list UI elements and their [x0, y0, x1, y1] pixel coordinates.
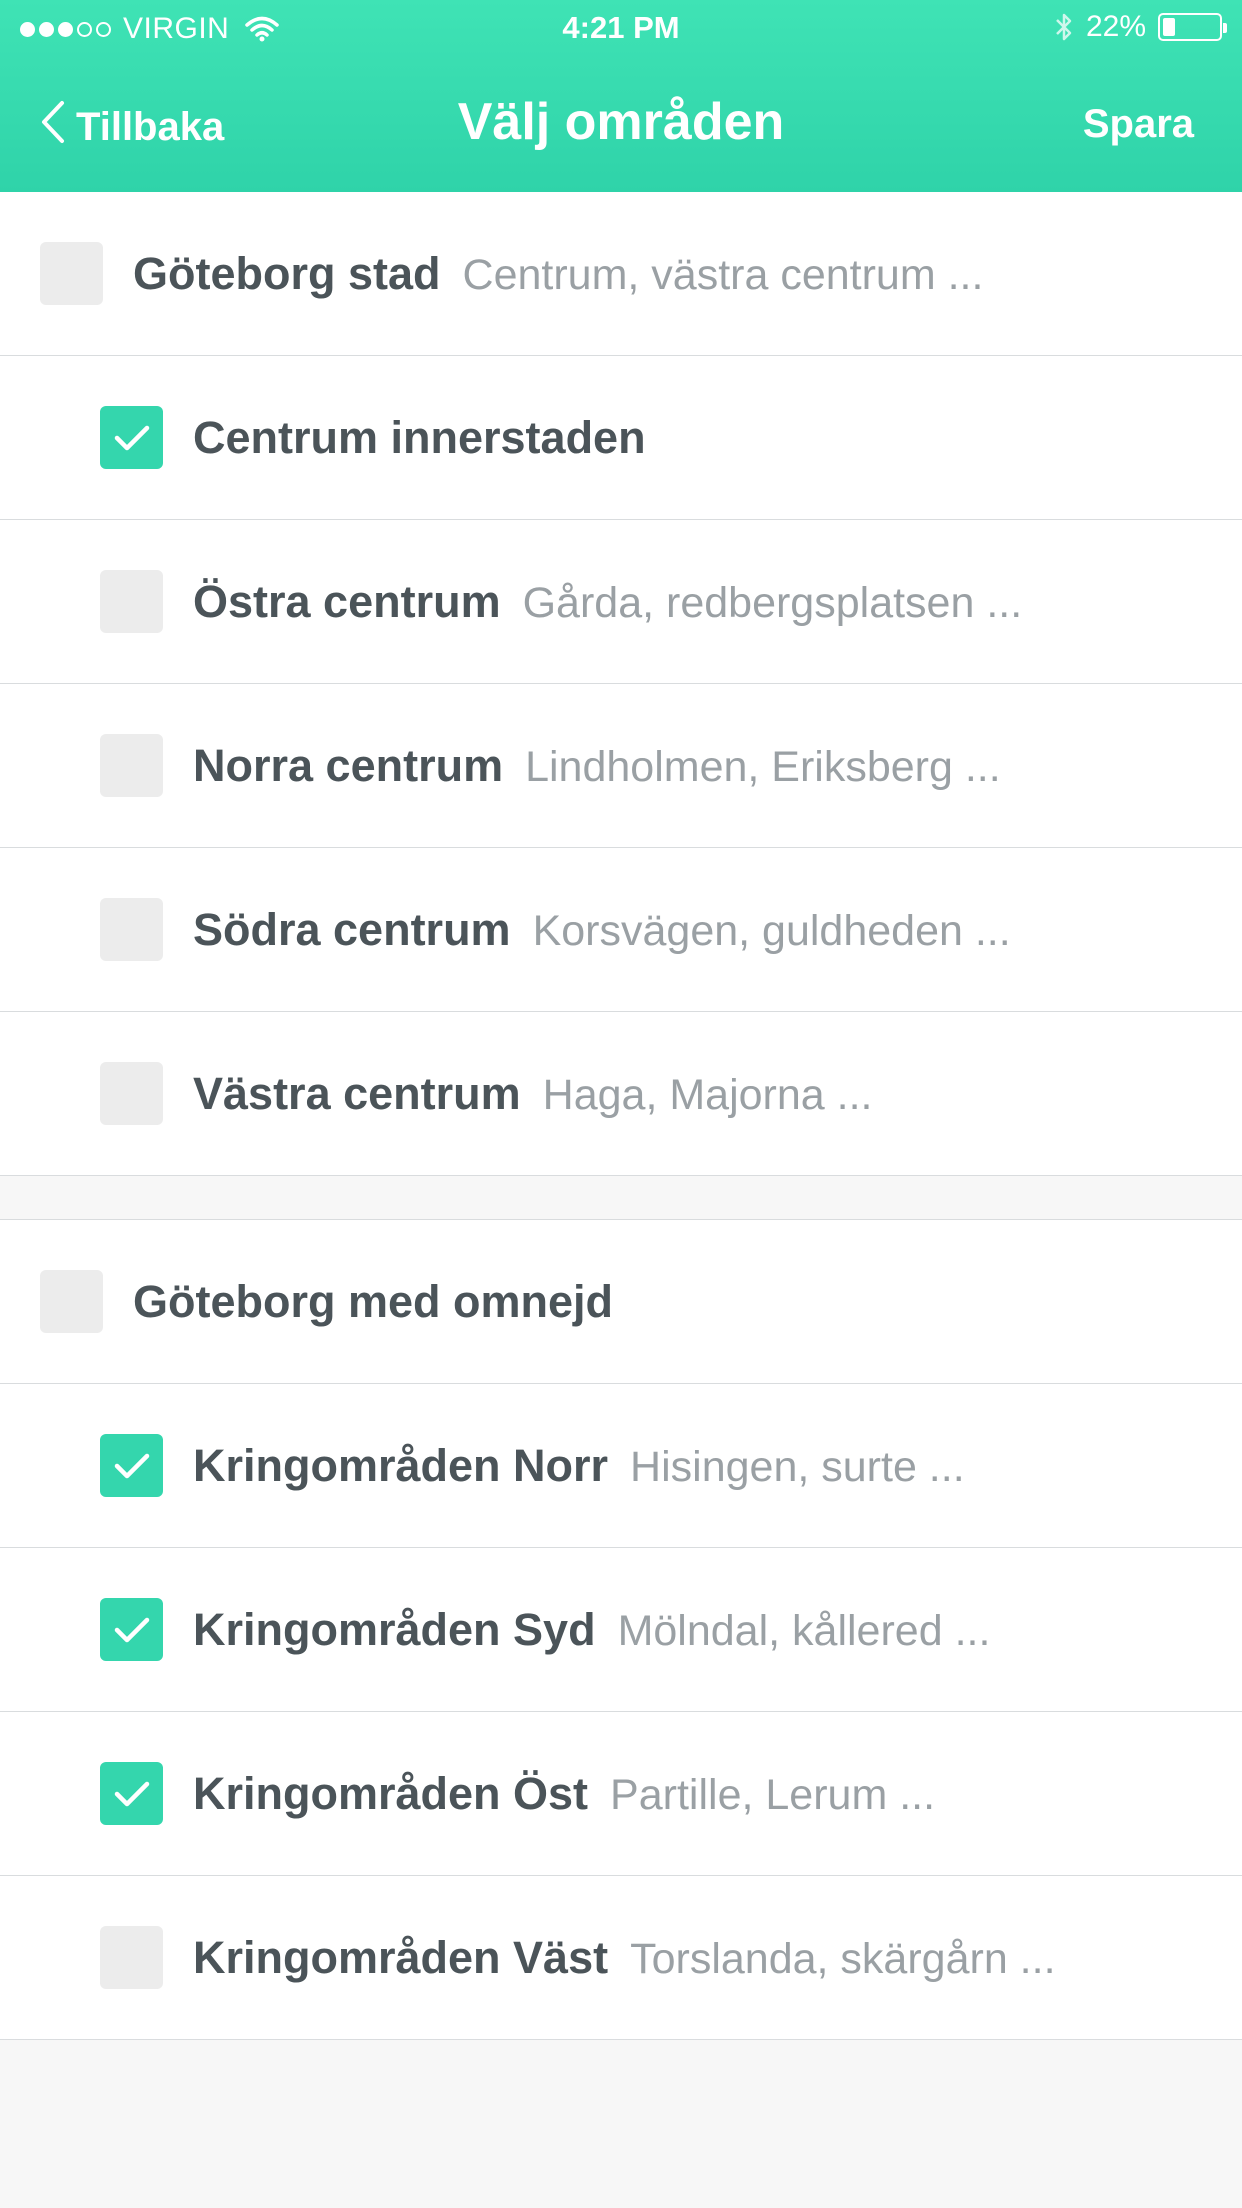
- area-subtitle: Partille, Lerum ...: [610, 1770, 936, 1819]
- battery-fill: [1163, 18, 1176, 36]
- area-subtitle: Korsvägen, guldheden ...: [532, 906, 1011, 955]
- area-row[interactable]: Södra centrum Korsvägen, guldheden ...: [0, 848, 1242, 1012]
- row-text: Göteborg med omnejd: [133, 1276, 613, 1328]
- area-subtitle: Centrum, västra centrum ...: [462, 250, 984, 299]
- row-text: Kringområden Syd Mölndal, kållered ...: [193, 1604, 990, 1656]
- area-group: Göteborg med omnejd Kringområden Norr Hisi…: [0, 1219, 1242, 2040]
- back-button[interactable]: Tillbaka: [40, 100, 224, 154]
- row-text: Kringområden Öst Partille, Lerum ...: [193, 1768, 935, 1820]
- checkbox[interactable]: [100, 1434, 163, 1497]
- row-text: Kringområden Väst Torslanda, skärgårn ...: [193, 1932, 1056, 1984]
- area-group: Göteborg stad Centrum, västra centrum ...…: [0, 192, 1242, 1176]
- header: VIRGIN 4:21 PM 22% Tillbaka Välj områden…: [0, 0, 1242, 192]
- area-title: Kringområden Väst: [193, 1931, 609, 1983]
- area-title: Kringområden Öst: [193, 1767, 589, 1819]
- checkbox[interactable]: [40, 1270, 103, 1333]
- area-title: Göteborg med omnejd: [133, 1275, 614, 1327]
- area-subtitle: Torslanda, skärgårn ...: [630, 1934, 1056, 1983]
- row-text: Östra centrum Gårda, redbergsplatsen ...: [193, 576, 1022, 628]
- area-group-row[interactable]: Göteborg stad Centrum, västra centrum ...: [0, 192, 1242, 356]
- area-list: Göteborg stad Centrum, västra centrum ...…: [0, 192, 1242, 2040]
- area-subtitle: Mölndal, kållered ...: [617, 1606, 991, 1655]
- area-subtitle: Haga, Majorna ...: [542, 1070, 873, 1119]
- area-title: Kringområden Syd: [193, 1603, 596, 1655]
- row-text: Västra centrum Haga, Majorna ...: [193, 1068, 872, 1120]
- checkbox[interactable]: [100, 898, 163, 961]
- area-title: Södra centrum: [193, 903, 511, 955]
- area-row[interactable]: Centrum innerstaden: [0, 356, 1242, 520]
- checkmark-icon: [114, 1781, 149, 1806]
- checkmark-icon: [114, 425, 149, 450]
- row-text: Göteborg stad Centrum, västra centrum ...: [133, 248, 983, 300]
- area-group-row[interactable]: Göteborg med omnejd: [0, 1220, 1242, 1384]
- checkbox[interactable]: [100, 1926, 163, 1989]
- area-title: Göteborg stad: [133, 247, 441, 299]
- area-row[interactable]: Norra centrum Lindholmen, Eriksberg ...: [0, 684, 1242, 848]
- checkmark-icon: [114, 1453, 149, 1478]
- area-title: Kringområden Norr: [193, 1439, 609, 1491]
- area-subtitle: Gårda, redbergsplatsen ...: [522, 578, 1023, 627]
- checkbox[interactable]: [100, 1062, 163, 1125]
- back-label: Tillbaka: [76, 104, 225, 149]
- status-bar: VIRGIN 4:21 PM 22%: [0, 0, 1242, 58]
- area-subtitle: Hisingen, surte ...: [630, 1442, 965, 1491]
- area-row[interactable]: Västra centrum Haga, Majorna ...: [0, 1012, 1242, 1176]
- checkbox[interactable]: [100, 1598, 163, 1661]
- status-right: 22%: [1054, 10, 1227, 44]
- checkbox[interactable]: [100, 1762, 163, 1825]
- checkbox[interactable]: [100, 734, 163, 797]
- area-title: Västra centrum: [193, 1067, 521, 1119]
- area-row[interactable]: Kringområden Norr Hisingen, surte ...: [0, 1384, 1242, 1548]
- row-text: Norra centrum Lindholmen, Eriksberg ...: [193, 740, 1001, 792]
- area-row[interactable]: Kringområden Öst Partille, Lerum ...: [0, 1712, 1242, 1876]
- row-text: Södra centrum Korsvägen, guldheden ...: [193, 904, 1011, 956]
- chevron-left-icon: [40, 100, 66, 154]
- area-subtitle: Lindholmen, Eriksberg ...: [525, 742, 1001, 791]
- battery-icon: [1158, 13, 1227, 41]
- row-text: Centrum innerstaden: [193, 412, 646, 464]
- battery-percent: 22%: [1085, 10, 1146, 43]
- checkbox[interactable]: [100, 406, 163, 469]
- area-row[interactable]: Kringområden Syd Mölndal, kållered ...: [0, 1548, 1242, 1712]
- bluetooth-icon: [1054, 11, 1074, 43]
- nav-bar: Tillbaka Välj områden Spara: [0, 80, 1242, 170]
- area-row[interactable]: Östra centrum Gårda, redbergsplatsen ...: [0, 520, 1242, 684]
- checkmark-icon: [114, 1617, 149, 1642]
- area-title: Östra centrum: [193, 575, 501, 627]
- checkbox[interactable]: [100, 570, 163, 633]
- area-row[interactable]: Kringområden Väst Torslanda, skärgårn ...: [0, 1876, 1242, 2040]
- area-title: Centrum innerstaden: [193, 411, 646, 463]
- row-text: Kringområden Norr Hisingen, surte ...: [193, 1440, 965, 1492]
- checkbox[interactable]: [40, 242, 103, 305]
- area-title: Norra centrum: [193, 739, 504, 791]
- save-button[interactable]: Spara: [1083, 102, 1194, 147]
